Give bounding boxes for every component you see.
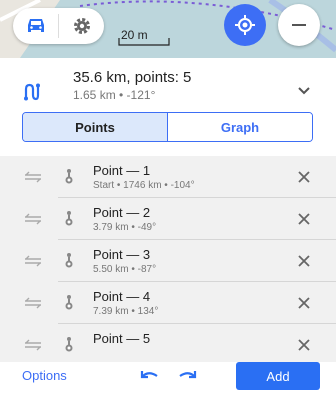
route-icon <box>24 83 40 101</box>
car-profile-button[interactable] <box>13 8 58 44</box>
map-pin-icon <box>65 211 73 226</box>
point-name: Point — 4 <box>93 289 151 304</box>
redo-icon[interactable] <box>177 367 199 385</box>
list-item[interactable]: Point — 3 5.50 km • -87° <box>0 240 336 282</box>
tab-graph[interactable]: Graph <box>168 113 312 141</box>
bottom-strip <box>40 392 302 396</box>
my-location-button[interactable] <box>224 4 266 46</box>
options-button[interactable]: Options <box>22 368 67 383</box>
drag-handle-icon[interactable] <box>24 254 42 268</box>
map-pin-icon <box>65 253 73 268</box>
map-pin-icon <box>65 295 73 310</box>
close-icon[interactable] <box>296 295 312 311</box>
add-button[interactable]: Add <box>236 362 320 390</box>
close-icon[interactable] <box>296 253 312 269</box>
point-name: Point — 5 <box>93 331 151 346</box>
bottom-toolbar: Options Add <box>0 362 336 396</box>
point-name: Point — 3 <box>93 247 151 262</box>
list-item[interactable]: Point — 2 3.79 km • -49° <box>0 198 336 240</box>
view-tabs: Points Graph <box>22 112 313 142</box>
route-title: 35.6 km, points: 5 <box>73 69 192 86</box>
route-subtitle: 1.65 km • -121° <box>73 88 156 102</box>
map-pin-icon <box>65 337 73 352</box>
map-view[interactable]: 20 m <box>0 0 336 58</box>
settings-button[interactable] <box>59 8 104 44</box>
zoom-out-button[interactable] <box>278 4 320 46</box>
point-name: Point — 1 <box>93 163 151 178</box>
drag-handle-icon[interactable] <box>24 338 42 352</box>
scale-bar <box>118 38 170 46</box>
list-item[interactable]: Point — 4 7.39 km • 134° <box>0 282 336 324</box>
chevron-down-icon[interactable] <box>296 82 312 98</box>
map-pin-icon <box>65 169 73 184</box>
my-location-icon <box>235 15 255 35</box>
map-scale: 20 m <box>118 28 170 46</box>
profile-buttons <box>13 8 104 44</box>
point-meta: 3.79 km • -49° <box>93 222 157 233</box>
close-icon[interactable] <box>296 337 312 353</box>
route-summary-card: 35.6 km, points: 5 1.65 km • -121° Point… <box>0 58 336 156</box>
tab-points[interactable]: Points <box>23 113 168 141</box>
gear-icon <box>73 18 90 34</box>
undo-icon[interactable] <box>138 367 160 385</box>
drag-handle-icon[interactable] <box>24 170 42 184</box>
drag-handle-icon[interactable] <box>24 212 42 226</box>
drag-handle-icon[interactable] <box>24 296 42 310</box>
point-meta: 5.50 km • -87° <box>93 264 157 275</box>
close-icon[interactable] <box>296 211 312 227</box>
list-item[interactable]: Point — 5 <box>0 324 336 362</box>
list-item[interactable]: Point — 1 Start • 1746 km • -104° <box>0 156 336 198</box>
zoom-out-icon <box>292 24 306 26</box>
point-meta: 7.39 km • 134° <box>93 306 159 317</box>
points-list: Point — 1 Start • 1746 km • -104° Point … <box>0 156 336 362</box>
car-icon <box>27 19 44 32</box>
point-meta: Start • 1746 km • -104° <box>93 180 195 191</box>
close-icon[interactable] <box>296 169 312 185</box>
point-name: Point — 2 <box>93 205 151 220</box>
